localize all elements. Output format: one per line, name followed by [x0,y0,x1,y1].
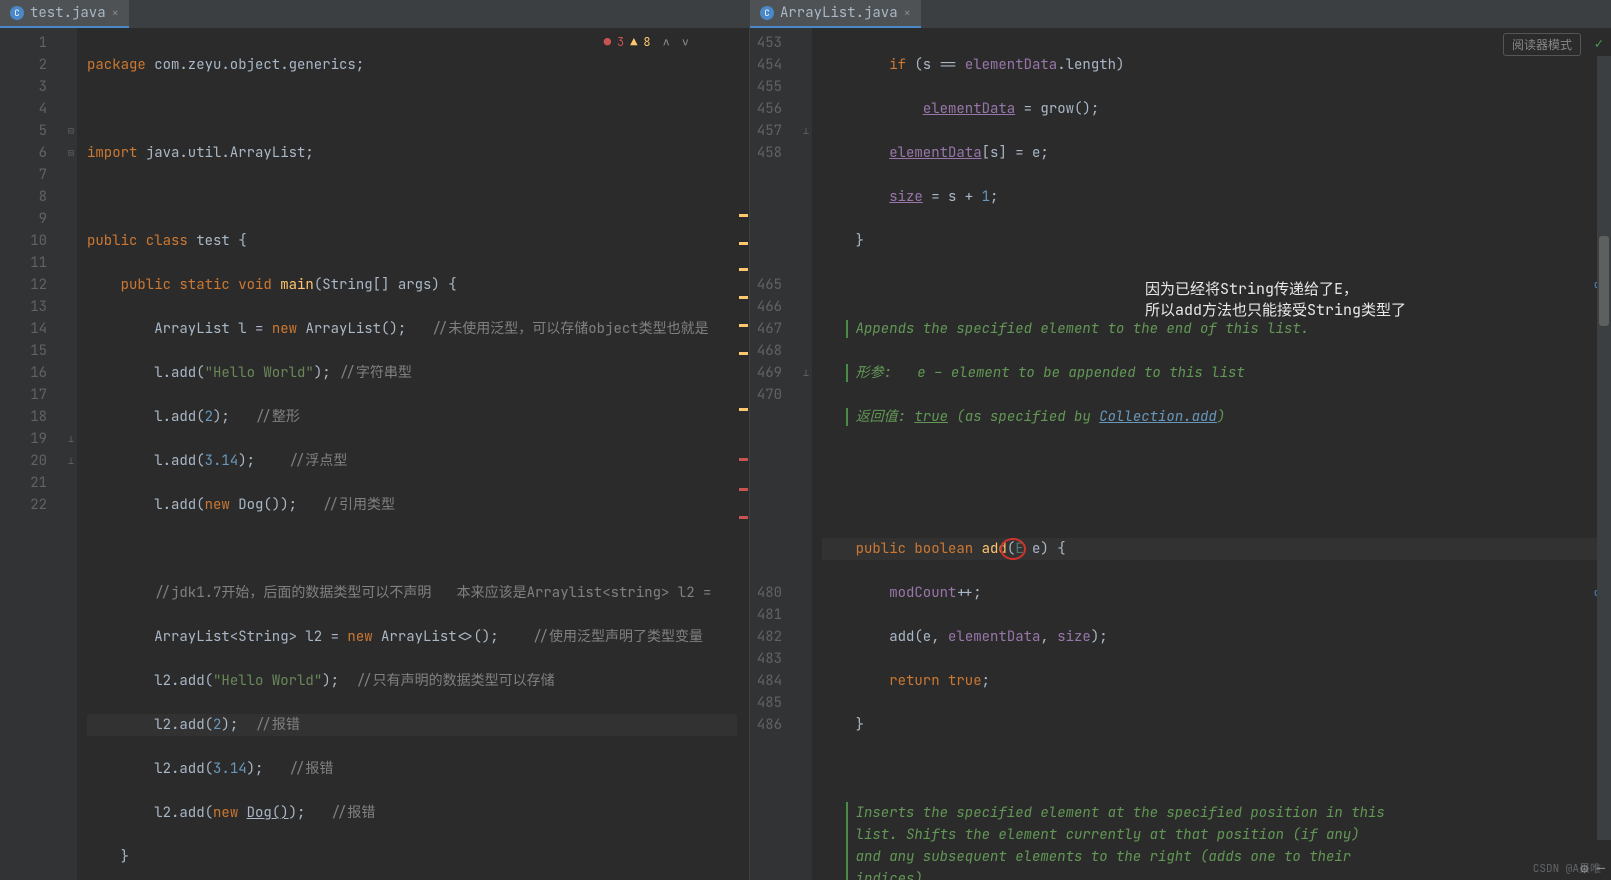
right-gutter[interactable]: 453 454 455 456 457 458 465 466 467 468 … [750,28,800,880]
left-editor[interactable]: ●3 ▲8 ∧ ∨ 1 2 3 4 5 6 7 8 9 10 11 12 13 … [0,28,749,880]
fold-gutter[interactable]: ⊟⊟ ⊥⊥ [65,28,77,880]
javadoc-block: Inserts the specified element at the spe… [846,802,1386,880]
tab-label: test.java [30,4,106,22]
status-bar-icons[interactable]: ⚙ — [1580,860,1605,878]
annotation-text: 因为已经将String传递给了E， 所以add方法也只能接受String类型了 [1145,278,1406,320]
right-editor-pane: C ArrayList.java × 阅读器模式 ✓ 453 454 455 4… [750,0,1611,880]
left-gutter[interactable]: 1 2 3 4 5 6 7 8 9 10 11 12 13 14 15 16 1… [0,28,65,880]
tab-arraylist-java[interactable]: C ArrayList.java × [750,0,921,28]
left-editor-pane: C test.java × ●3 ▲8 ∧ ∨ 1 2 3 4 5 6 7 8 … [0,0,750,880]
right-code[interactable]: if (s == elementData.length) elementData… [812,28,1611,880]
javadoc-block: Appends the specified element to the end… [846,320,1310,338]
close-icon[interactable]: × [112,5,119,21]
left-tabs: C test.java × [0,0,749,28]
ide-split-container: C test.java × ●3 ▲8 ∧ ∨ 1 2 3 4 5 6 7 8 … [0,0,1611,880]
close-icon[interactable]: × [904,5,911,21]
tab-test-java[interactable]: C test.java × [0,0,129,28]
java-class-icon: C [10,6,24,20]
right-fold-gutter[interactable]: ⊥ o↓ ⊥ o↓ [800,28,812,880]
annotation-circle [1000,538,1026,560]
left-code[interactable]: package com.zeyu.object.generics; import… [77,28,737,880]
right-tabs: C ArrayList.java × [750,0,1611,28]
tab-label: ArrayList.java [780,4,898,22]
java-class-icon: C [760,6,774,20]
left-error-stripe[interactable] [737,28,749,880]
right-editor[interactable]: 453 454 455 456 457 458 465 466 467 468 … [750,28,1611,880]
menu-icon[interactable]: — [1597,860,1605,878]
scrollbar-thumb[interactable] [1599,236,1609,326]
settings-icon[interactable]: ⚙ [1580,860,1588,878]
right-scrollbar[interactable] [1597,56,1611,840]
